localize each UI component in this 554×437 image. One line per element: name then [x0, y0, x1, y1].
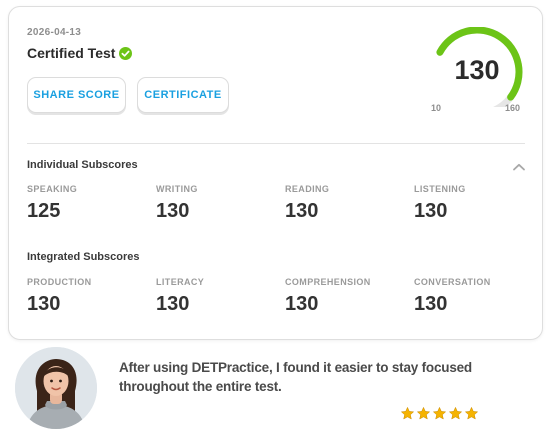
subscore-label: COMPREHENSION — [285, 277, 371, 287]
star-icon — [400, 406, 415, 421]
gauge-min-label: 10 — [431, 103, 442, 113]
subscore-value: 125 — [27, 200, 61, 222]
star-icon — [416, 406, 431, 421]
rating-stars — [400, 406, 479, 421]
score-gauge: 130 10 160 — [427, 27, 527, 119]
individual-subscores-title: Individual Subscores — [27, 159, 138, 171]
subscore-label: WRITING — [156, 184, 198, 194]
chevron-up-icon[interactable] — [512, 159, 526, 171]
subscore-reading: READING 130 — [285, 184, 329, 223]
star-icon — [448, 406, 463, 421]
divider — [27, 143, 525, 144]
test-date: 2026-04-13 — [27, 27, 82, 38]
verified-check-icon — [119, 46, 133, 60]
subscore-comprehension: COMPREHENSION 130 — [285, 277, 371, 316]
share-score-button[interactable]: SHARE SCORE — [27, 77, 126, 113]
title-row: Certified Test — [27, 45, 133, 61]
integrated-subscores-title: Integrated Subscores — [27, 251, 140, 263]
subscore-value: 130 — [156, 200, 190, 222]
subscore-value: 130 — [27, 293, 61, 315]
subscore-conversation: CONVERSATION 130 — [414, 277, 491, 316]
star-icon — [432, 406, 447, 421]
avatar — [15, 347, 97, 429]
star-icon — [464, 406, 479, 421]
score-card: 2026-04-13 Certified Test SHARE SCORE CE… — [8, 6, 543, 340]
subscore-value: 130 — [156, 293, 190, 315]
overall-score: 130 — [454, 55, 500, 85]
page-title: Certified Test — [27, 45, 116, 61]
testimonial-quote: After using DETPractice, I found it easi… — [119, 360, 472, 394]
subscore-label: CONVERSATION — [414, 277, 491, 287]
subscore-label: PRODUCTION — [27, 277, 92, 287]
subscore-speaking: SPEAKING 125 — [27, 184, 77, 223]
subscore-label: LITERACY — [156, 277, 205, 287]
subscore-label: LISTENING — [414, 184, 466, 194]
subscore-value: 130 — [285, 200, 319, 222]
testimonial: After using DETPractice, I found it easi… — [0, 344, 554, 437]
subscore-writing: WRITING 130 — [156, 184, 198, 223]
subscore-value: 130 — [414, 200, 448, 222]
subscore-value: 130 — [285, 293, 319, 315]
subscore-label: READING — [285, 184, 330, 194]
subscore-value: 130 — [414, 293, 448, 315]
gauge-max-label: 160 — [505, 103, 521, 113]
subscore-literacy: LITERACY 130 — [156, 277, 204, 316]
subscore-production: PRODUCTION 130 — [27, 277, 92, 316]
subscore-label: SPEAKING — [27, 184, 78, 194]
subscore-listening: LISTENING 130 — [414, 184, 466, 223]
certificate-button[interactable]: CERTIFICATE — [137, 77, 229, 113]
